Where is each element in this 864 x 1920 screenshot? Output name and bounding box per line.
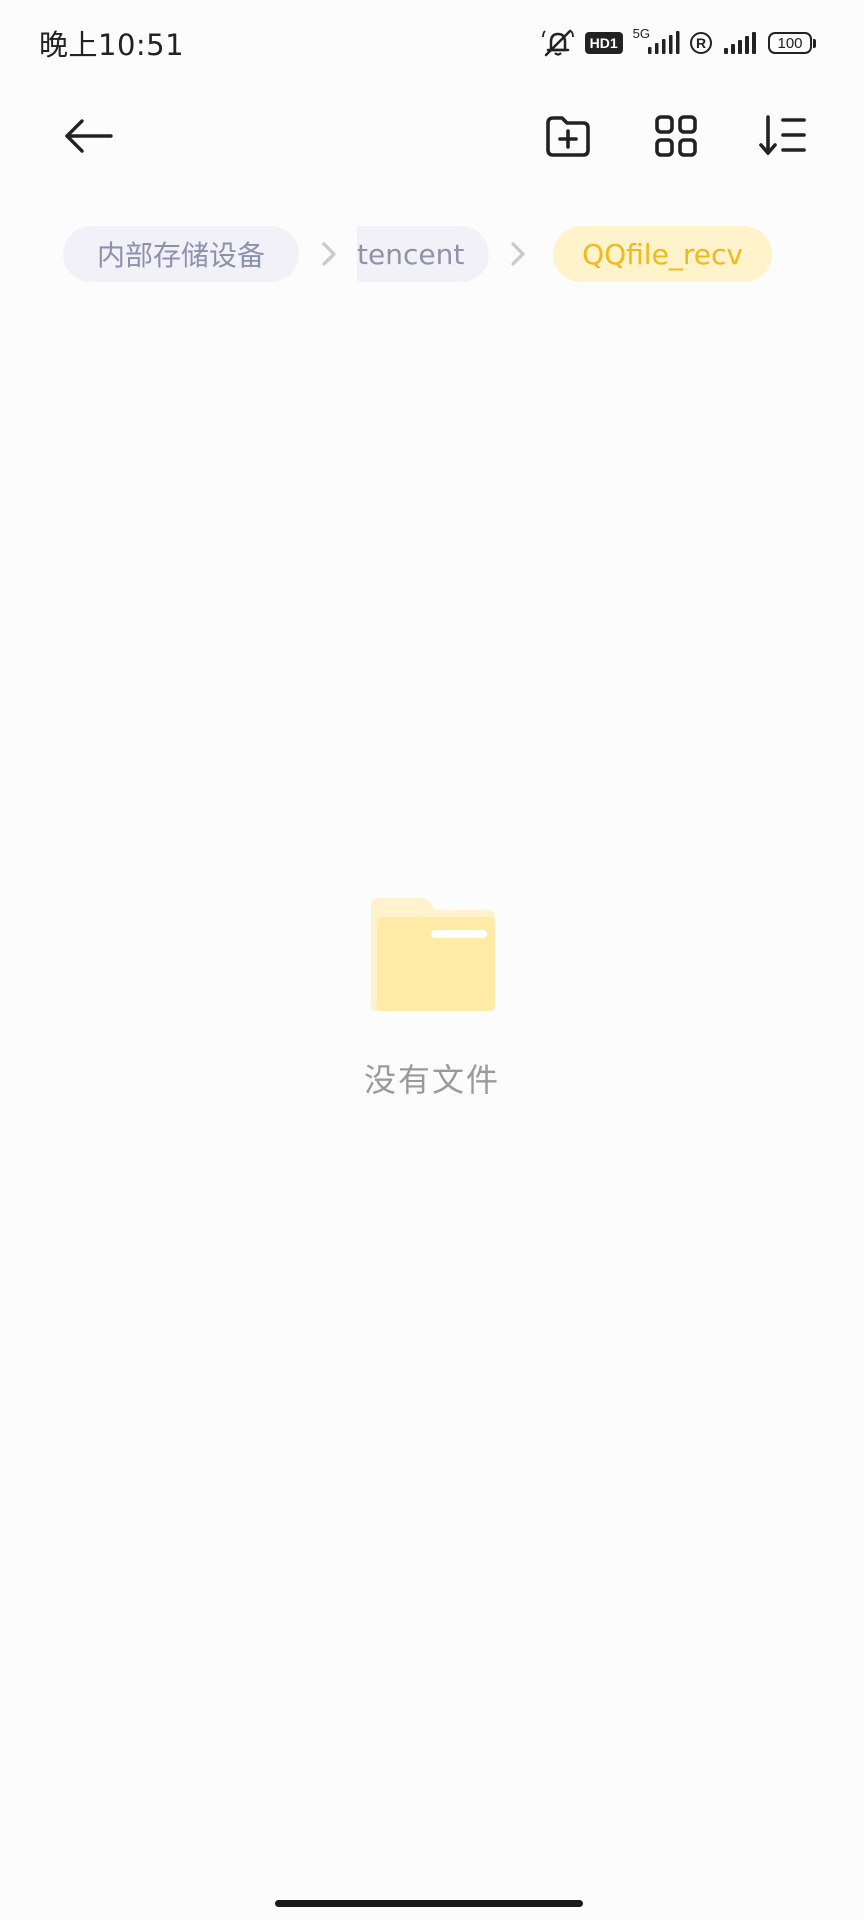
breadcrumb: 内部存储设备 tencent QQfile_recv	[0, 226, 864, 282]
roaming-icon: R	[690, 32, 712, 54]
chevron-right-icon	[314, 238, 344, 270]
sort-button[interactable]	[747, 100, 819, 172]
status-bar: 晚上10:51 HD1 5G R 100	[0, 0, 864, 86]
back-arrow-icon	[65, 119, 113, 153]
battery-level: 100	[768, 32, 812, 54]
toolbar	[0, 100, 864, 172]
status-time: 晚上10:51	[39, 28, 185, 62]
back-button[interactable]	[53, 100, 125, 172]
empty-state: 没有文件	[0, 895, 864, 1101]
battery-icon: 100	[768, 32, 816, 54]
grid-view-icon	[655, 115, 697, 157]
signal-icon	[722, 30, 758, 56]
home-indicator[interactable]	[275, 1900, 583, 1907]
empty-message: 没有文件	[363, 1061, 500, 1099]
breadcrumb-item-internal-storage[interactable]: 内部存储设备	[63, 226, 299, 282]
new-folder-icon	[546, 116, 590, 157]
hd-badge: HD1	[584, 32, 623, 54]
status-icons: HD1 5G R 100	[541, 24, 816, 62]
folder-icon	[371, 898, 495, 1011]
mute-icon	[541, 28, 575, 58]
signal-5g-icon: 5G	[633, 26, 680, 56]
breadcrumb-item-tencent[interactable]: tencent	[357, 226, 489, 282]
breadcrumb-item-current[interactable]: QQfile_recv	[553, 226, 772, 282]
new-folder-button[interactable]	[532, 100, 604, 172]
grid-view-button[interactable]	[640, 100, 712, 172]
sort-icon	[759, 115, 806, 155]
network-label: 5G	[632, 25, 650, 41]
chevron-right-icon	[503, 238, 533, 270]
